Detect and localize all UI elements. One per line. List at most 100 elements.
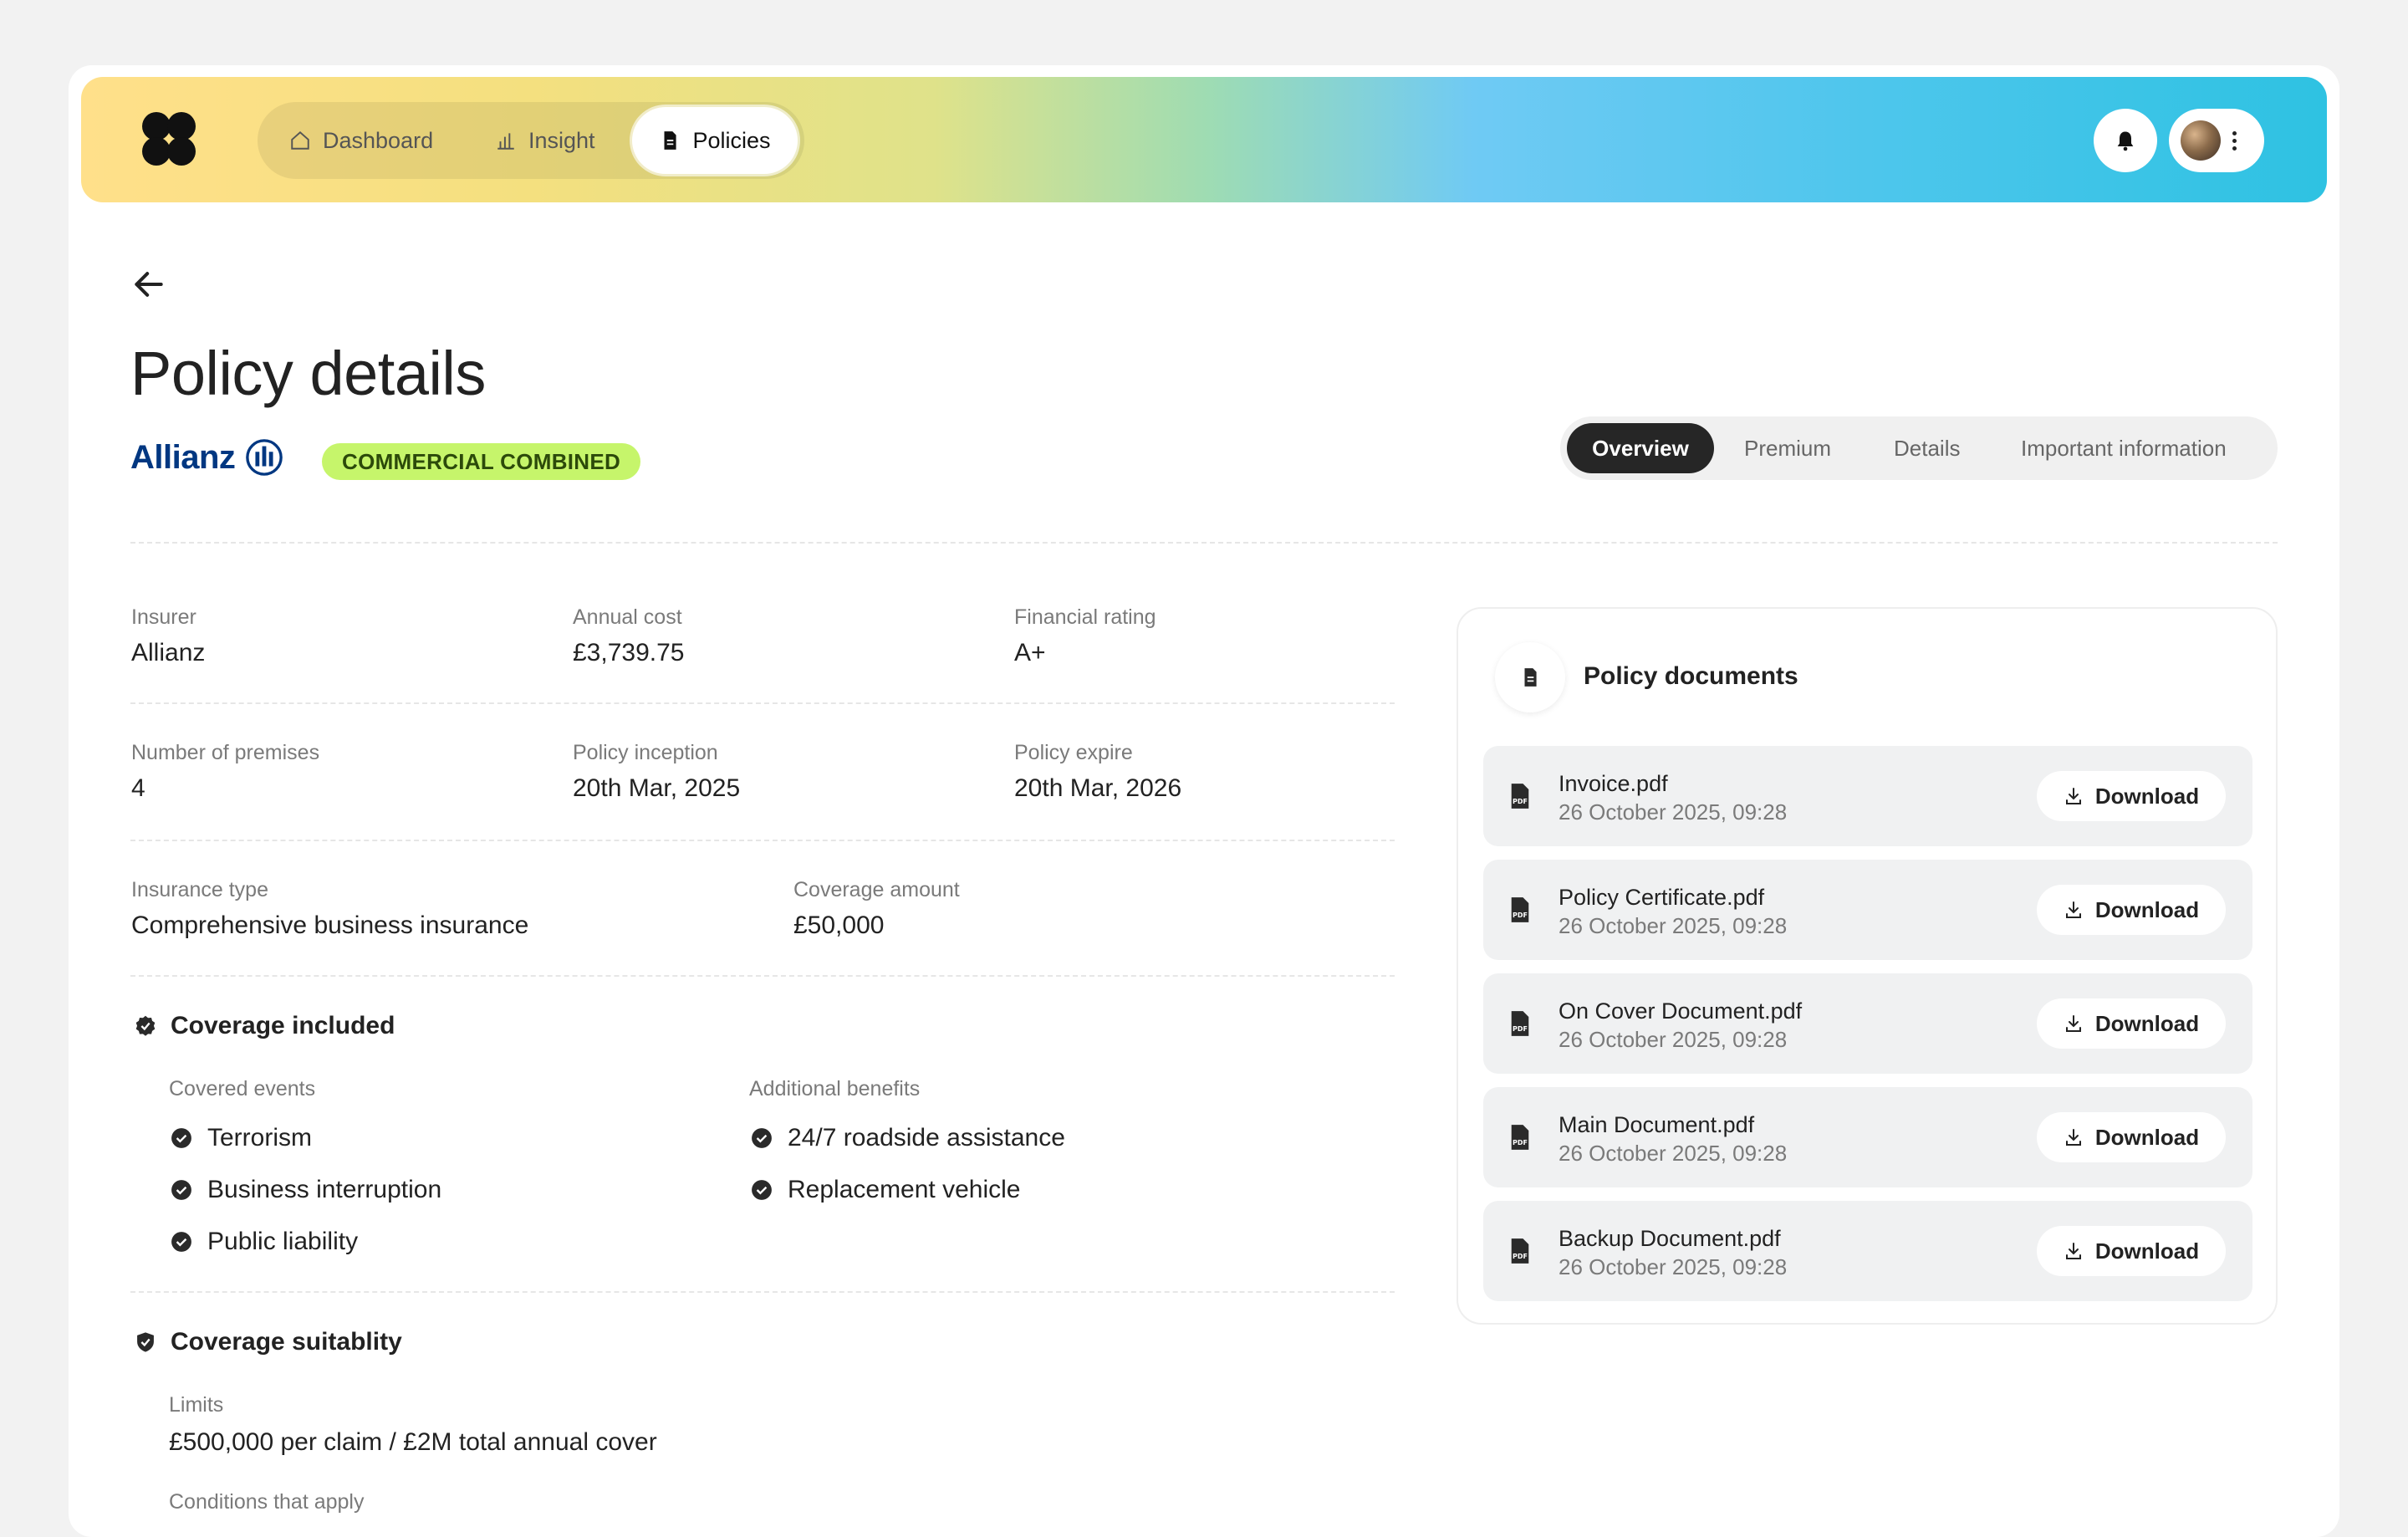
more-vertical-icon <box>2232 130 2237 151</box>
inception-label: Policy inception <box>573 741 718 764</box>
expire-value: 20th Mar, 2026 <box>1014 774 1182 802</box>
document-row: PDF Policy Certificate.pdf 26 October 20… <box>1483 860 2252 960</box>
divider <box>130 975 1395 977</box>
insurer-logo: Allianz <box>130 438 283 477</box>
profile-menu-button[interactable] <box>2169 109 2264 172</box>
check-circle-icon <box>752 1128 772 1148</box>
coverage-suitability-heading: Coverage suitablity <box>134 1328 402 1356</box>
document-name: Main Document.pdf <box>1559 1112 1755 1137</box>
coverage-included-title: Coverage included <box>171 1012 395 1039</box>
download-icon <box>2065 1129 2081 1146</box>
pdf-file-icon: PDF <box>1511 784 1529 809</box>
document-date: 26 October 2025, 09:28 <box>1559 913 1788 938</box>
tab-overview[interactable]: Overview <box>1567 423 1714 473</box>
policy-documents-title: Policy documents <box>1584 662 1798 690</box>
list-item: Business interruption <box>171 1176 441 1204</box>
app-logo-icon[interactable] <box>142 112 196 166</box>
download-button[interactable]: Download <box>2037 1226 2226 1276</box>
list-item: 24/7 roadside assistance <box>751 1124 1065 1152</box>
insurer-label: Insurer <box>131 605 196 629</box>
verified-badge-icon <box>135 1015 156 1036</box>
document-name: Invoice.pdf <box>1559 771 1668 796</box>
document-row: PDF On Cover Document.pdf 26 October 202… <box>1483 973 2252 1074</box>
bar-chart-icon <box>497 133 514 150</box>
nav-dashboard[interactable]: Dashboard <box>289 102 433 179</box>
svg-text:PDF: PDF <box>1513 798 1528 805</box>
coverage-included-heading: Coverage included <box>134 1012 395 1040</box>
insurer-brand-text: Allianz <box>130 438 236 476</box>
premises-value: 4 <box>131 774 145 802</box>
download-button[interactable]: Download <box>2037 998 2226 1049</box>
document-date: 26 October 2025, 09:28 <box>1559 1254 1788 1279</box>
insurance-type-value: Comprehensive business insurance <box>131 911 529 939</box>
document-date: 26 October 2025, 09:28 <box>1559 799 1788 825</box>
divider <box>130 1291 1395 1293</box>
divider <box>130 542 2278 544</box>
documents-icon <box>1495 642 1565 712</box>
premises-label: Number of premises <box>131 741 320 764</box>
check-circle-icon <box>171 1232 191 1252</box>
coverage-amount-label: Coverage amount <box>793 878 960 901</box>
nav-policies-label: Policies <box>692 127 771 153</box>
download-icon <box>2065 788 2081 804</box>
bell-icon <box>2117 131 2134 151</box>
download-icon <box>2065 1243 2081 1259</box>
check-circle-icon <box>752 1180 772 1200</box>
coverage-amount-value: £50,000 <box>793 911 885 939</box>
financial-rating-label: Financial rating <box>1014 605 1156 629</box>
main-nav: Dashboard Insight Policies <box>258 102 804 179</box>
download-button[interactable]: Download <box>2037 885 2226 935</box>
divider <box>130 702 1395 704</box>
document-date: 26 October 2025, 09:28 <box>1559 1027 1788 1052</box>
policy-documents-panel: Policy documents PDF Invoice.pdf 26 Octo… <box>1457 607 2278 1325</box>
download-icon <box>2065 1015 2081 1032</box>
download-icon <box>2065 901 2081 918</box>
check-circle-icon <box>171 1128 191 1148</box>
conditions-label: Conditions that apply <box>169 1490 365 1514</box>
avatar <box>2181 120 2221 161</box>
insurance-type-label: Insurance type <box>131 878 268 901</box>
svg-text:PDF: PDF <box>1513 911 1528 919</box>
section-tabs: Overview Premium Details Important infor… <box>1560 416 2278 480</box>
shield-check-icon <box>137 1332 154 1352</box>
svg-text:PDF: PDF <box>1513 1253 1528 1260</box>
tab-important-information[interactable]: Important information <box>2021 416 2227 480</box>
document-row: PDF Backup Document.pdf 26 October 2025,… <box>1483 1201 2252 1301</box>
list-item: Replacement vehicle <box>751 1176 1020 1204</box>
financial-rating-value: A+ <box>1014 639 1046 666</box>
policy-type-badge: COMMERCIAL COMBINED <box>322 443 641 480</box>
limits-value: £500,000 per claim / £2M total annual co… <box>169 1428 657 1456</box>
nav-insight-label: Insight <box>528 127 595 153</box>
nav-dashboard-label: Dashboard <box>323 127 434 153</box>
pdf-file-icon: PDF <box>1511 897 1529 922</box>
pdf-file-icon: PDF <box>1511 1011 1529 1036</box>
tab-details[interactable]: Details <box>1894 416 1960 480</box>
document-icon <box>664 131 677 150</box>
additional-benefits-label: Additional benefits <box>749 1077 921 1100</box>
page-title: Policy details <box>130 339 486 408</box>
nav-policies[interactable]: Policies <box>632 107 798 174</box>
pdf-file-icon: PDF <box>1511 1238 1529 1264</box>
expire-label: Policy expire <box>1014 741 1133 764</box>
pdf-file-icon: PDF <box>1511 1125 1529 1150</box>
download-button[interactable]: Download <box>2037 771 2226 821</box>
insurer-value: Allianz <box>131 639 206 666</box>
download-button[interactable]: Download <box>2037 1112 2226 1162</box>
check-circle-icon <box>171 1180 191 1200</box>
notifications-button[interactable] <box>2094 109 2157 172</box>
divider <box>130 840 1395 841</box>
annual-cost-label: Annual cost <box>573 605 682 629</box>
document-row: PDF Invoice.pdf 26 October 2025, 09:28 D… <box>1483 746 2252 846</box>
document-row: PDF Main Document.pdf 26 October 2025, 0… <box>1483 1087 2252 1187</box>
document-name: On Cover Document.pdf <box>1559 998 1803 1024</box>
document-name: Backup Document.pdf <box>1559 1226 1781 1251</box>
document-name: Policy Certificate.pdf <box>1559 885 1765 910</box>
back-arrow-icon[interactable] <box>130 266 167 303</box>
coverage-suitability-title: Coverage suitablity <box>171 1328 402 1356</box>
limits-label: Limits <box>169 1393 224 1417</box>
nav-insight[interactable]: Insight <box>495 102 595 179</box>
covered-events-label: Covered events <box>169 1077 316 1100</box>
document-date: 26 October 2025, 09:28 <box>1559 1141 1788 1166</box>
tab-premium[interactable]: Premium <box>1744 416 1831 480</box>
annual-cost-value: £3,739.75 <box>573 639 685 666</box>
